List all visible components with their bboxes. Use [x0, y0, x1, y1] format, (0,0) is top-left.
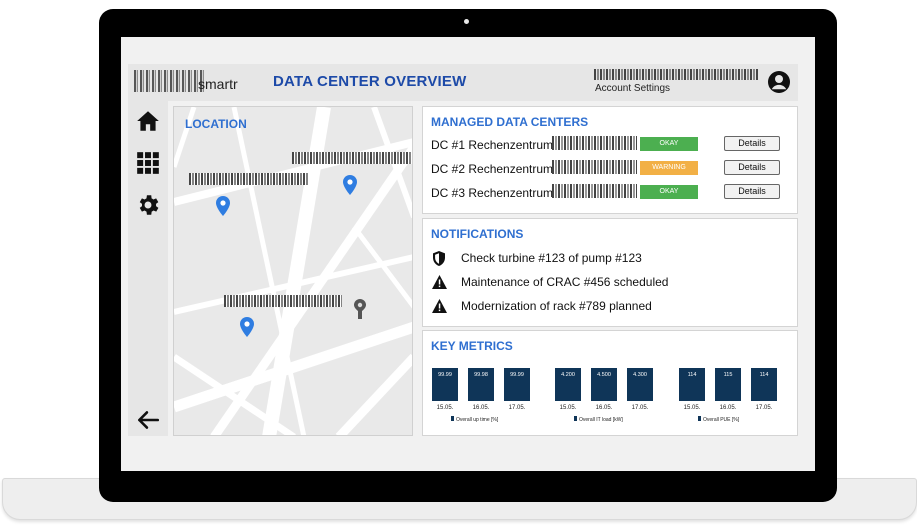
bar-value-label: 99.99 — [510, 372, 524, 378]
bar-date-label: 16.05. — [596, 405, 613, 411]
legend-swatch — [574, 416, 577, 421]
legend-label: Overall PUE [%] — [703, 417, 740, 423]
warning-icon — [432, 299, 447, 313]
grid-icon[interactable] — [135, 150, 161, 176]
dc-detail-redacted — [552, 184, 637, 198]
map-pin-icon[interactable] — [216, 196, 230, 216]
map-pin-icon[interactable] — [354, 299, 366, 321]
status-badge: WARNING — [640, 161, 698, 175]
map-pin-icon[interactable] — [343, 175, 357, 195]
bar-value-label: 4.300 — [633, 372, 647, 378]
key-metrics-panel: KEY METRICS 99.99 15.05. 99.98 16.05. 99.99 1… — [422, 330, 798, 436]
dc-name: DC #2 Rechenzentrum — [431, 162, 554, 176]
bar-value-label: 99.98 — [474, 372, 488, 378]
dc-name: DC #1 Rechenzentrum — [431, 138, 554, 152]
camera-dot — [464, 19, 469, 24]
account-settings-link[interactable]: Account Settings — [595, 83, 670, 94]
key-metrics-charts: 99.99 15.05. 99.98 16.05. 99.99 17.05. Overall… — [432, 368, 777, 423]
bar-date-label: 16.05. — [473, 405, 490, 411]
notifications-title: NOTIFICATIONS — [431, 227, 524, 241]
location-title: LOCATION — [185, 117, 247, 131]
bar-value-label: 99.99 — [438, 372, 452, 378]
metric-chart: 114 15.05. 115 16.05. 114 17.05. Overall PUE [… — [679, 368, 777, 423]
notification-text: Check turbine #123 of pump #123 — [461, 251, 642, 265]
dc-row: DC #3 Rechenzentrum OKAY Details — [431, 184, 791, 202]
bar-date-label: 17.05. — [509, 405, 526, 411]
notification-text: Modernization of rack #789 planned — [461, 299, 652, 313]
map-label-redacted — [189, 173, 309, 185]
dc-row: DC #1 Rechenzentrum OKAY Details — [431, 136, 791, 154]
metric-chart: 99.99 15.05. 99.98 16.05. 99.99 17.05. Overall… — [432, 368, 530, 423]
back-arrow-icon[interactable] — [135, 407, 161, 433]
status-badge: OKAY — [640, 137, 698, 151]
map-label-redacted — [292, 152, 412, 164]
bar-value-label: 114 — [688, 372, 697, 378]
logo-graphic — [134, 70, 204, 92]
bar-value-label: 114 — [760, 372, 769, 378]
details-button[interactable]: Details — [724, 160, 780, 175]
account-avatar-icon[interactable] — [767, 70, 791, 94]
bar-value-label: 115 — [724, 372, 733, 378]
bar-date-label: 15.05. — [684, 405, 701, 411]
bar-date-label: 17.05. — [756, 405, 773, 411]
dc-name: DC #3 Rechenzentrum — [431, 186, 554, 200]
details-button[interactable]: Details — [724, 184, 780, 199]
dc-row: DC #2 Rechenzentrum WARNING Details — [431, 160, 791, 178]
legend-label: Overall up time [%] — [456, 417, 499, 423]
location-map[interactable]: LOCATION — [173, 106, 413, 436]
notifications-panel: NOTIFICATIONS Check turbine #123 of pump… — [422, 218, 798, 327]
status-badge: OKAY — [640, 185, 698, 199]
laptop-bezel: smartr DATA CENTER OVERVIEW Account Sett… — [99, 9, 837, 502]
bar-date-label: 15.05. — [437, 405, 454, 411]
managed-title: MANAGED DATA CENTERS — [431, 115, 589, 129]
bar-date-label: 17.05. — [632, 405, 649, 411]
legend-label: Overall IT load [kW] — [579, 417, 623, 423]
home-icon[interactable] — [135, 108, 161, 134]
metric-chart: 4.200 15.05. 4.500 16.05. 4.300 17.05. Overall… — [555, 368, 653, 423]
details-button[interactable]: Details — [724, 136, 780, 151]
bar-value-label: 4.200 — [561, 372, 575, 378]
notification-text: Maintenance of CRAC #456 scheduled — [461, 275, 669, 289]
bar-date-label: 15.05. — [560, 405, 577, 411]
dc-detail-redacted — [552, 160, 637, 174]
shield-icon — [433, 251, 445, 266]
top-bar: smartr DATA CENTER OVERVIEW Account Sett… — [128, 64, 798, 101]
bar-value-label: 4.500 — [597, 372, 611, 378]
page-title: DATA CENTER OVERVIEW — [273, 73, 467, 90]
map-pin-icon[interactable] — [240, 317, 254, 337]
bar-date-label: 16.05. — [720, 405, 737, 411]
dc-detail-redacted — [552, 136, 637, 150]
legend-swatch — [451, 416, 454, 421]
sidebar — [128, 101, 168, 436]
gear-icon[interactable] — [135, 192, 161, 218]
account-name-redacted — [594, 69, 759, 80]
map-label-redacted — [224, 295, 342, 307]
app-screen: smartr DATA CENTER OVERVIEW Account Sett… — [121, 37, 815, 471]
warning-icon — [432, 275, 447, 289]
logo-text: smartr — [198, 76, 238, 92]
legend-swatch — [698, 416, 701, 421]
managed-data-centers-panel: MANAGED DATA CENTERS DC #1 Rechenzentrum… — [422, 106, 798, 214]
